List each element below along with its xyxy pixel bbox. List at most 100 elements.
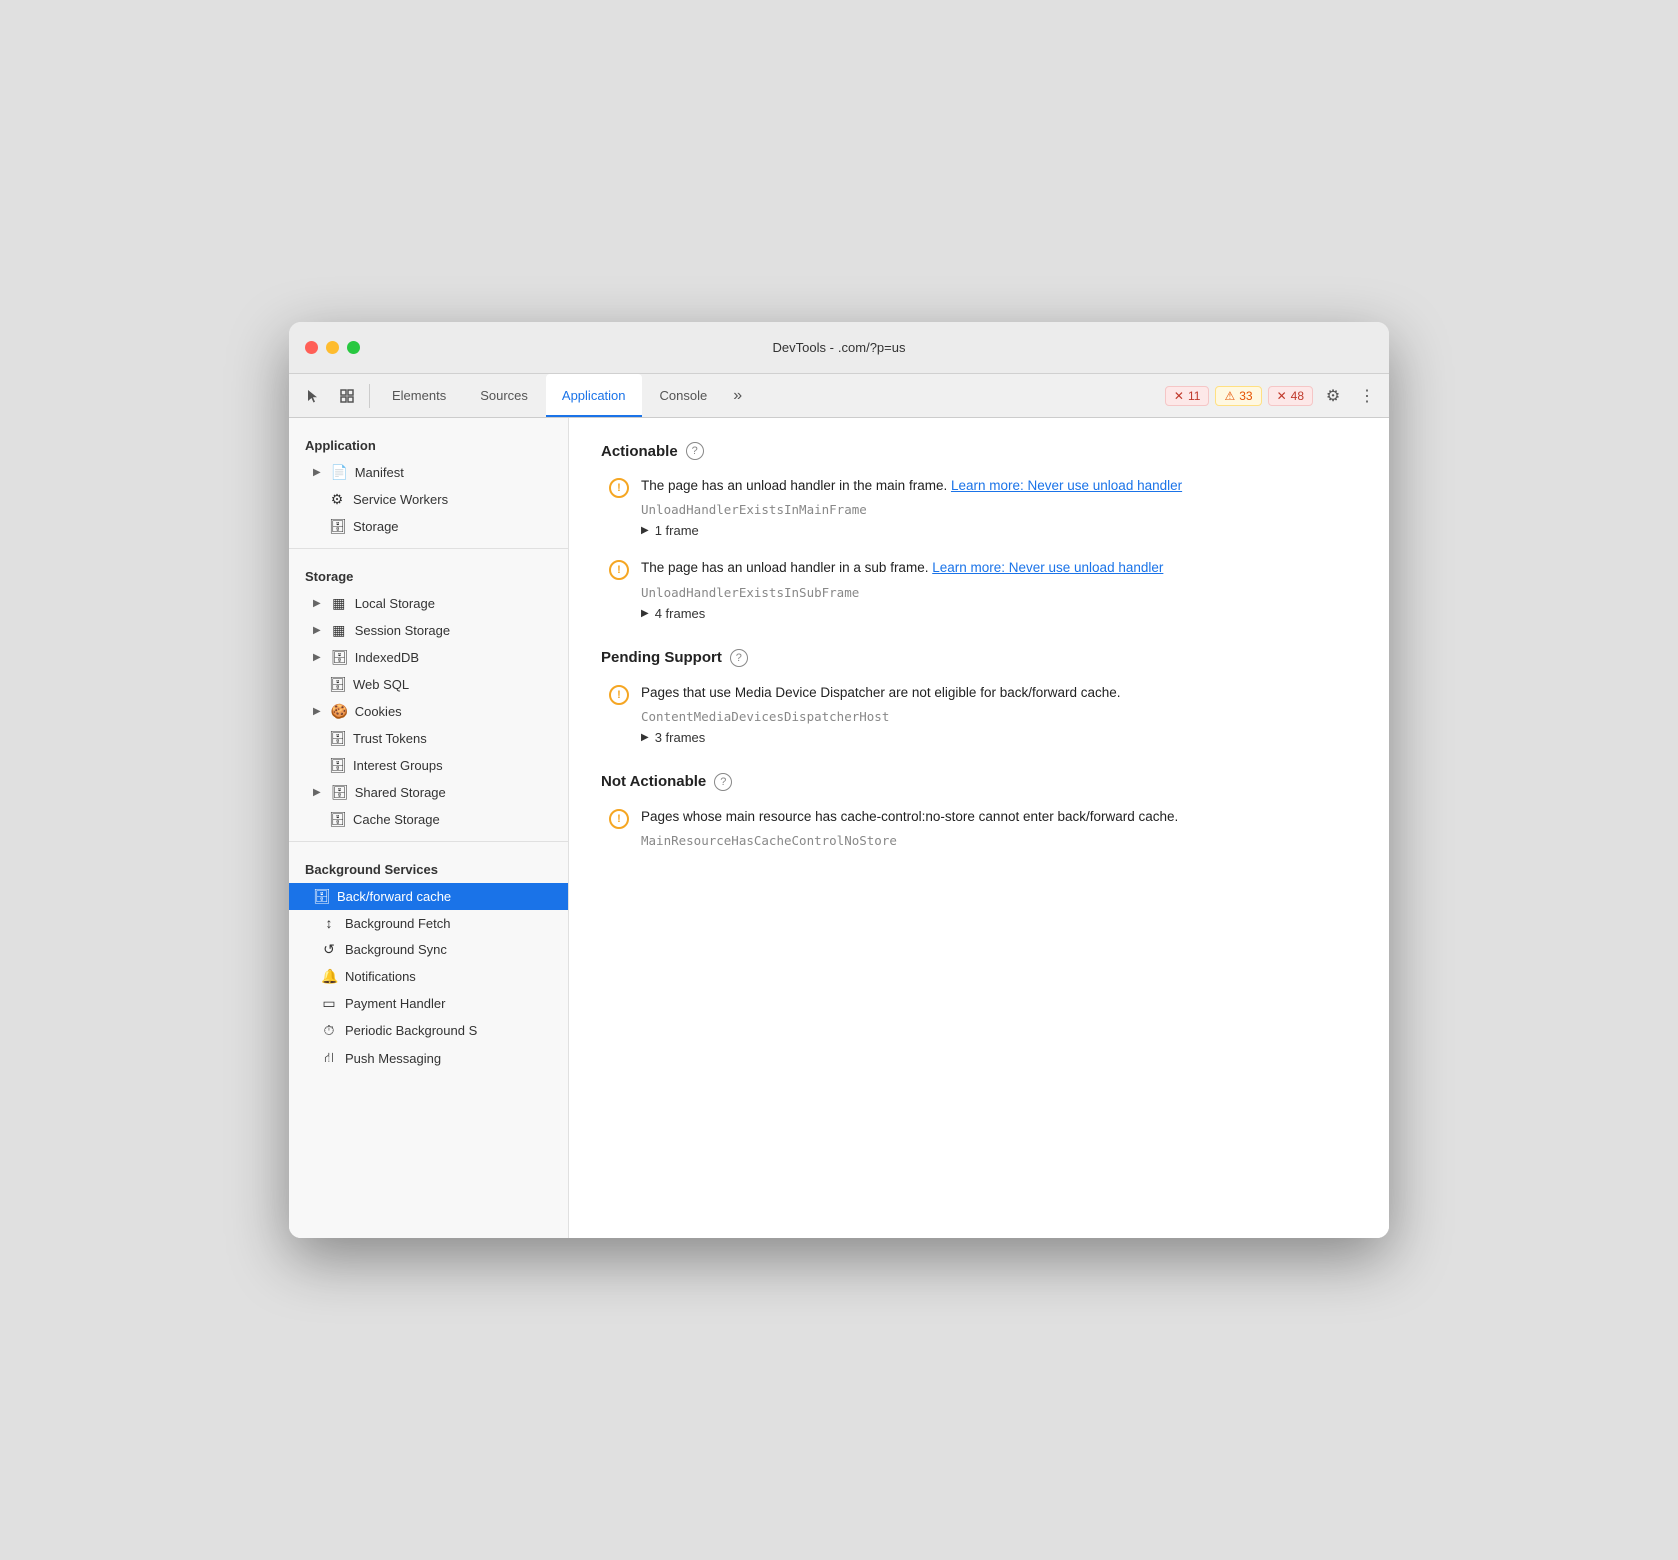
web-sql-icon: 🗄 bbox=[329, 676, 345, 693]
not-actionable-help-icon[interactable]: ? bbox=[714, 773, 732, 791]
cursor-icon[interactable] bbox=[297, 380, 329, 412]
frames-arrow-3: ▶ bbox=[641, 732, 649, 743]
sidebar-item-cookies[interactable]: ▶ 🍪 Cookies bbox=[289, 698, 568, 725]
issue-frames-1[interactable]: ▶ 1 frame bbox=[641, 523, 1357, 538]
title-left: DevTools - bbox=[773, 340, 834, 355]
local-storage-expand-icon: ▶ bbox=[313, 598, 321, 609]
devtools-window: DevTools - .com/?p=us Elements Sources bbox=[289, 322, 1389, 1238]
sidebar-item-background-sync[interactable]: ↺ Background Sync bbox=[289, 936, 568, 963]
title-right: .com/?p=us bbox=[838, 340, 906, 355]
tab-application-label: Application bbox=[562, 388, 626, 403]
manifest-icon: 📄 bbox=[331, 464, 347, 481]
sidebar-item-push-messaging[interactable]: ⛙ Push Messaging bbox=[289, 1044, 568, 1073]
info-icon: ✕ bbox=[1277, 389, 1287, 403]
push-messaging-icon: ⛙ bbox=[321, 1049, 337, 1068]
settings-button[interactable]: ⚙ bbox=[1319, 382, 1347, 410]
sidebar-item-indexeddb[interactable]: ▶ 🗄 IndexedDB bbox=[289, 644, 568, 671]
payment-handler-label: Payment Handler bbox=[345, 996, 445, 1011]
not-actionable-header: Not Actionable ? bbox=[601, 773, 1357, 791]
tab-sources[interactable]: Sources bbox=[464, 374, 544, 417]
sidebar-item-periodic-background[interactable]: ⏱ Periodic Background S bbox=[289, 1017, 568, 1044]
issue-warn-icon-3: ! bbox=[609, 685, 629, 705]
sidebar-item-payment-handler[interactable]: ▭ Payment Handler bbox=[289, 990, 568, 1017]
session-storage-expand-icon: ▶ bbox=[313, 625, 321, 636]
issue-content-2: The page has an unload handler in a sub … bbox=[641, 558, 1357, 620]
close-button[interactable] bbox=[305, 341, 318, 354]
sidebar-item-session-storage[interactable]: ▶ ▦ Session Storage bbox=[289, 617, 568, 644]
interest-groups-icon: 🗄 bbox=[329, 757, 345, 774]
cookies-label: Cookies bbox=[355, 704, 402, 719]
pending-support-section: Pending Support ? ! Pages that use Media… bbox=[601, 649, 1357, 745]
sidebar-item-manifest[interactable]: ▶ 📄 Manifest bbox=[289, 459, 568, 486]
periodic-background-icon: ⏱ bbox=[321, 1022, 337, 1039]
shared-storage-icon: 🗄 bbox=[331, 784, 347, 801]
issue-unload-sub-frame: ! The page has an unload handler in a su… bbox=[601, 558, 1357, 620]
actionable-help-icon[interactable]: ? bbox=[686, 442, 704, 460]
local-storage-label: Local Storage bbox=[355, 596, 435, 611]
issue-text-span-3: Pages that use Media Device Dispatcher a… bbox=[641, 685, 1121, 700]
issue-frames-3[interactable]: ▶ 3 frames bbox=[641, 730, 1357, 745]
pending-support-help-icon[interactable]: ? bbox=[730, 649, 748, 667]
web-sql-label: Web SQL bbox=[353, 677, 409, 692]
sidebar-item-notifications[interactable]: 🔔 Notifications bbox=[289, 963, 568, 990]
more-options-button[interactable]: ⋮ bbox=[1353, 382, 1381, 410]
storage-app-icon: 🗄 bbox=[329, 518, 345, 535]
interest-groups-label: Interest Groups bbox=[353, 758, 443, 773]
sidebar-item-background-fetch[interactable]: ↕ Background Fetch bbox=[289, 910, 568, 936]
info-count: 48 bbox=[1291, 389, 1304, 403]
inspect-icon[interactable] bbox=[331, 380, 363, 412]
content-area: Actionable ? ! The page has an unload ha… bbox=[569, 418, 1389, 1238]
sidebar-item-cache-storage[interactable]: 🗄 Cache Storage bbox=[289, 806, 568, 833]
window-title: DevTools - .com/?p=us bbox=[773, 340, 906, 355]
issue-text-1: The page has an unload handler in the ma… bbox=[641, 476, 1357, 496]
tab-elements[interactable]: Elements bbox=[376, 374, 462, 417]
sidebar-item-trust-tokens[interactable]: 🗄 Trust Tokens bbox=[289, 725, 568, 752]
actionable-section: Actionable ? ! The page has an unload ha… bbox=[601, 442, 1357, 621]
tab-overflow[interactable]: » bbox=[725, 383, 750, 409]
notifications-icon: 🔔 bbox=[321, 968, 337, 985]
sidebar-divider-2 bbox=[289, 841, 568, 842]
issue-text-span-4: Pages whose main resource has cache-cont… bbox=[641, 809, 1178, 824]
error-badge[interactable]: ✕ 11 bbox=[1165, 386, 1210, 406]
issue-cache-control: ! Pages whose main resource has cache-co… bbox=[601, 807, 1357, 854]
sidebar-item-storage-app[interactable]: 🗄 Storage bbox=[289, 513, 568, 540]
error-icon: ✕ bbox=[1174, 389, 1184, 403]
sidebar-section-bg-services: Background Services bbox=[289, 850, 568, 883]
shared-storage-label: Shared Storage bbox=[355, 785, 446, 800]
tab-application[interactable]: Application bbox=[546, 374, 642, 417]
issue-link-1[interactable]: Learn more: Never use unload handler bbox=[951, 478, 1182, 493]
minimize-button[interactable] bbox=[326, 341, 339, 354]
push-messaging-label: Push Messaging bbox=[345, 1051, 441, 1066]
tab-bar: Elements Sources Application Console » ✕… bbox=[289, 374, 1389, 418]
sidebar-item-local-storage[interactable]: ▶ ▦ Local Storage bbox=[289, 590, 568, 617]
frames-label-1: 1 frame bbox=[655, 523, 699, 538]
tab-elements-label: Elements bbox=[392, 388, 446, 403]
service-workers-icon: ⚙ bbox=[329, 491, 345, 508]
indexeddb-icon: 🗄 bbox=[331, 649, 347, 666]
background-sync-label: Background Sync bbox=[345, 942, 447, 957]
maximize-button[interactable] bbox=[347, 341, 360, 354]
sidebar-item-shared-storage[interactable]: ▶ 🗄 Shared Storage bbox=[289, 779, 568, 806]
shared-storage-expand-icon: ▶ bbox=[313, 787, 321, 798]
frames-label-2: 4 frames bbox=[655, 606, 706, 621]
tab-right-actions: ✕ 11 ⚠ 33 ✕ 48 ⚙ ⋮ bbox=[1165, 382, 1381, 410]
title-bar: DevTools - .com/?p=us bbox=[289, 322, 1389, 374]
issue-frames-2[interactable]: ▶ 4 frames bbox=[641, 606, 1357, 621]
session-storage-icon: ▦ bbox=[331, 622, 347, 639]
info-badge[interactable]: ✕ 48 bbox=[1268, 386, 1313, 406]
sidebar-item-web-sql[interactable]: 🗄 Web SQL bbox=[289, 671, 568, 698]
issue-content-4: Pages whose main resource has cache-cont… bbox=[641, 807, 1357, 854]
tab-console[interactable]: Console bbox=[644, 374, 724, 417]
sidebar: Application ▶ 📄 Manifest ⚙ Service Worke… bbox=[289, 418, 569, 1238]
issue-text-4: Pages whose main resource has cache-cont… bbox=[641, 807, 1357, 827]
actionable-title: Actionable bbox=[601, 443, 678, 460]
sidebar-item-back-forward-cache[interactable]: 🗄 Back/forward cache bbox=[289, 883, 568, 910]
warning-badge[interactable]: ⚠ 33 bbox=[1215, 386, 1261, 406]
cache-storage-label: Cache Storage bbox=[353, 812, 440, 827]
sidebar-item-interest-groups[interactable]: 🗄 Interest Groups bbox=[289, 752, 568, 779]
issue-link-2[interactable]: Learn more: Never use unload handler bbox=[932, 560, 1163, 575]
issue-text-2: The page has an unload handler in a sub … bbox=[641, 558, 1357, 578]
error-count: 11 bbox=[1188, 389, 1200, 403]
sidebar-section-storage: Storage bbox=[289, 557, 568, 590]
sidebar-item-service-workers[interactable]: ⚙ Service Workers bbox=[289, 486, 568, 513]
